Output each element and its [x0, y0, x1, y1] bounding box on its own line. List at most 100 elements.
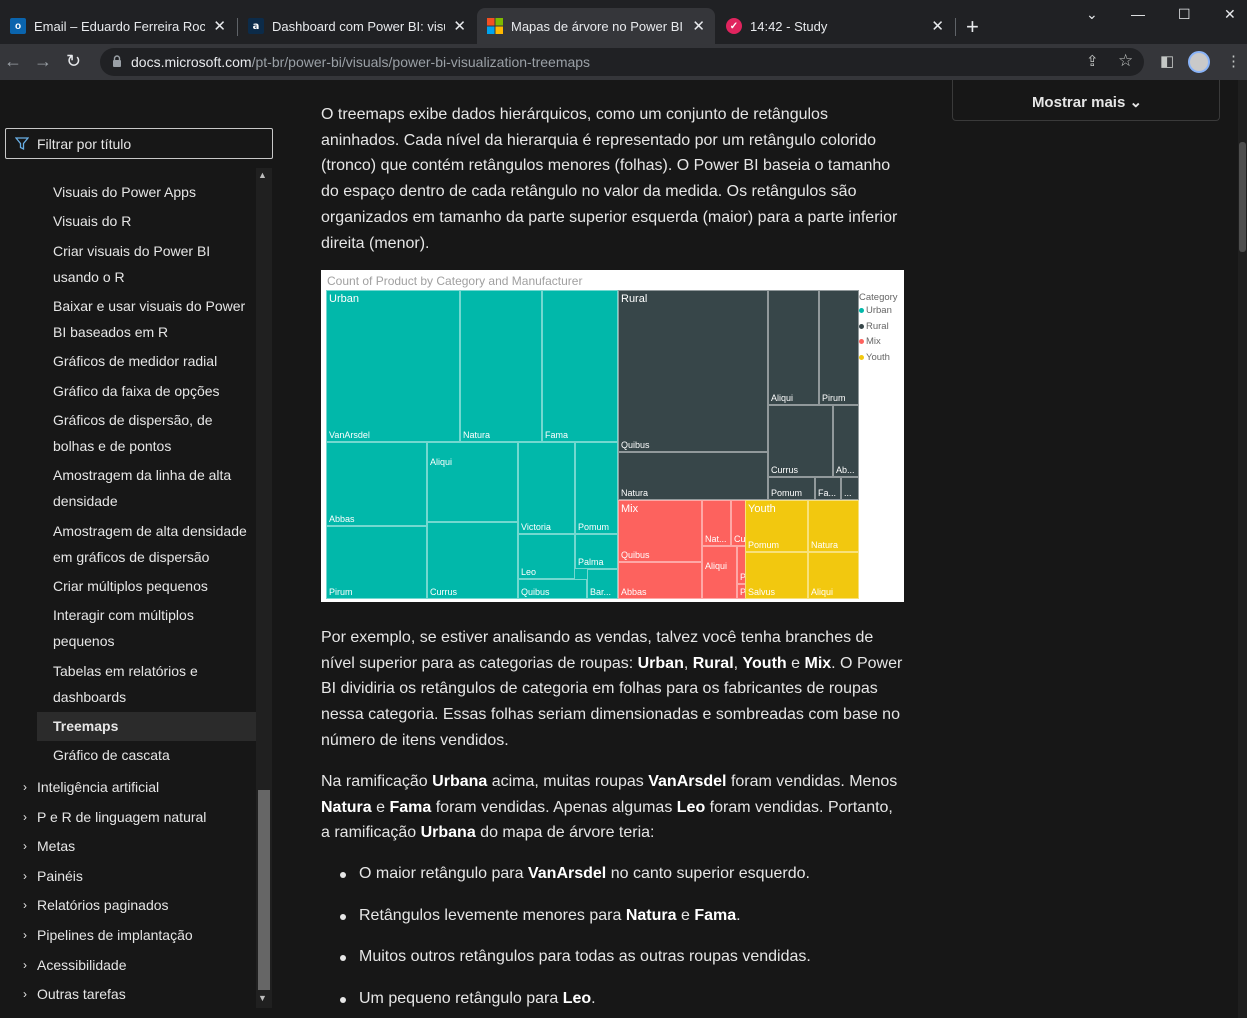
toc-item[interactable]: Amostragem da linha de alta densidade — [53, 463, 256, 514]
treemap-category-label: Urban — [329, 293, 359, 305]
menu-kebab-icon[interactable]: ⋮ — [1226, 52, 1241, 70]
treemap-leaf-label: Pomum — [771, 488, 803, 498]
treemap-leaf-label: ... — [844, 488, 852, 498]
toc-group[interactable]: › Relatórios paginados — [23, 894, 256, 916]
toc-group[interactable]: › Painéis — [23, 865, 256, 887]
treemap-category-mix: QuibusAbbasNat...Cu...AliquiPirumP...Mix — [618, 500, 764, 599]
treemap-leaf-label: Aliqui — [430, 457, 453, 467]
tab-treemaps[interactable]: Mapas de árvore no Power BI - P ✕ — [477, 8, 715, 44]
treemap-leaf: Fama — [542, 290, 618, 442]
reload-icon[interactable]: ↻ — [66, 51, 81, 72]
chart-legend: Category Urban Rural Mix Youth — [859, 292, 898, 365]
list-item: O maior retângulo para VanArsdel no cant… — [340, 865, 810, 883]
toc-item[interactable]: Criar múltiplos pequenos — [53, 574, 256, 600]
share-icon[interactable]: ⇪ — [1086, 52, 1099, 70]
scroll-up-arrow-icon[interactable]: ▲ — [258, 170, 267, 180]
close-icon[interactable]: ✕ — [931, 17, 944, 35]
treemap-leaf-label: Quibus — [621, 440, 650, 450]
show-more-box: Mostrar mais ⌄ — [952, 80, 1220, 121]
toc-group[interactable]: › Inteligência artificial — [23, 776, 256, 798]
legend-item: Urban — [859, 303, 898, 319]
close-icon[interactable]: ✕ — [692, 17, 705, 35]
treemap-leaf-label: Quibus — [621, 550, 650, 560]
browser-toolbar: ← → ↻ docs.microsoft.com/pt-br/power-bi/… — [0, 44, 1247, 80]
forward-arrow-icon[interactable]: → — [34, 51, 52, 72]
treemap-leaf-label: Natura — [621, 488, 649, 498]
toc-item[interactable]: Visuais do R — [53, 209, 256, 235]
list-item: Um pequeno retângulo para Leo. — [340, 990, 596, 1008]
toc-group[interactable]: › Acessibilidade — [23, 954, 256, 976]
treemap-category-label: Mix — [621, 503, 639, 515]
toc-item[interactable]: Gráficos de medidor radial — [53, 349, 256, 375]
toc-group[interactable]: › Metas — [23, 835, 256, 857]
chevron-right-icon: › — [23, 987, 27, 1001]
treemap-leaf-label: Bar... — [590, 587, 612, 597]
scroll-down-arrow-icon[interactable]: ▼ — [258, 993, 267, 1003]
treemap-leaf: VanArsdel — [326, 290, 460, 442]
toc-item-active[interactable]: Treemaps — [37, 712, 256, 741]
tab-study[interactable]: ✓ 14:42 - Study ✕ — [716, 8, 954, 44]
side-panel-icon[interactable]: ◧ — [1160, 52, 1174, 70]
toc-item[interactable]: Amostragem de alta densidade em gráficos… — [53, 519, 256, 570]
treemap-leaf-label: Aliqui — [705, 561, 728, 571]
window-close-icon[interactable]: ✕ — [1224, 6, 1236, 23]
filter-by-title-input[interactable] — [37, 133, 267, 155]
back-arrow-icon[interactable]: ← — [4, 51, 22, 72]
toc-item[interactable]: Gráfico de cascata — [53, 743, 256, 769]
toc-scrollbar-thumb[interactable] — [258, 790, 270, 990]
tab-search-chevron-icon[interactable]: ⌄ — [1086, 6, 1098, 23]
chevron-right-icon: › — [23, 898, 27, 912]
treemap-category-urban: VanArsdel Natura Fama Abbas Aliqui Victoria Po… — [326, 290, 618, 599]
toc-item[interactable]: Visuais do Power Apps — [53, 180, 256, 206]
chevron-right-icon: › — [23, 928, 27, 942]
legend-item: Mix — [859, 334, 898, 350]
minimize-icon[interactable]: — — [1131, 6, 1145, 22]
treemap-leaf-label: Victoria — [521, 522, 551, 532]
legend-item: Rural — [859, 319, 898, 335]
toc-item[interactable]: Baixar e usar visuais do Power BI basead… — [53, 294, 256, 345]
profile-avatar[interactable] — [1188, 51, 1210, 73]
close-icon[interactable]: ✕ — [453, 17, 466, 35]
treemap-leaf-label: Fa... — [818, 488, 837, 498]
toc-nav: Visuais do Power Apps Visuais do R Criar… — [0, 168, 256, 1008]
chevron-right-icon: › — [23, 839, 27, 853]
treemap-leaf-label: Currus — [430, 587, 458, 597]
tab-title: 14:42 - Study — [750, 18, 828, 34]
star-icon[interactable]: ☆ — [1118, 51, 1133, 71]
legend-label: Youth — [866, 351, 890, 363]
treemap-leaf-label: Ab... — [836, 465, 855, 475]
urban-paragraph: Na ramificação Urbana acima, muitas roup… — [321, 773, 898, 842]
tab-title: Email – Eduardo Ferreira Rocha – — [34, 18, 206, 34]
microsoft-icon — [487, 18, 503, 34]
treemap-leaf-label: Leo — [521, 567, 537, 577]
alura-icon: a — [248, 18, 264, 34]
toc-item[interactable]: Tabelas em relatórios e dashboards — [53, 659, 256, 710]
tab-email[interactable]: o Email – Eduardo Ferreira Rocha – ✕ — [0, 8, 236, 44]
treemap-category-rural: Quibus Natura Aliqui Pirum Currus Ab... Pomum F… — [618, 290, 859, 500]
tab-dashboard[interactable]: a Dashboard com Power BI: visualiz ✕ — [238, 8, 476, 44]
toc-item[interactable]: Criar visuais do Power BI usando o R — [53, 239, 256, 290]
toc-item[interactable]: Gráfico da faixa de opções — [53, 379, 256, 405]
close-icon[interactable]: ✕ — [213, 17, 226, 35]
legend-item: Youth — [859, 350, 898, 366]
toc-group[interactable]: › P e R de linguagem natural — [23, 806, 256, 828]
address-bar[interactable]: docs.microsoft.com/pt-br/power-bi/visual… — [100, 48, 1144, 76]
toc-group[interactable]: › Pipelines de implantação — [23, 924, 256, 946]
treemap-leaf: Fa... — [815, 477, 841, 500]
toc-group[interactable]: › Outras tarefas — [23, 983, 256, 1005]
toc-item[interactable]: Gráficos de dispersão, de bolhas e de po… — [53, 408, 256, 459]
chevron-right-icon: › — [23, 810, 27, 824]
treemap-leaf: Pirum — [819, 290, 859, 405]
legend-swatch — [859, 354, 864, 360]
treemap-leaf: Natura — [808, 500, 859, 552]
tab-strip: o Email – Eduardo Ferreira Rocha – ✕ a D… — [0, 0, 1247, 44]
page-scrollbar-thumb[interactable] — [1239, 142, 1246, 252]
treemap-leaf: Aliqui — [427, 442, 518, 522]
toc-item[interactable]: Interagir com múltiplos pequenos — [53, 603, 256, 654]
maximize-icon[interactable]: ☐ — [1178, 6, 1191, 23]
new-tab-icon[interactable]: + — [966, 14, 979, 40]
filter-box[interactable] — [5, 128, 273, 159]
treemap-leaf-label: Natura — [463, 430, 491, 440]
treemap-leaf: Leo — [518, 534, 575, 579]
show-more-button[interactable]: Mostrar mais ⌄ — [953, 93, 1221, 111]
